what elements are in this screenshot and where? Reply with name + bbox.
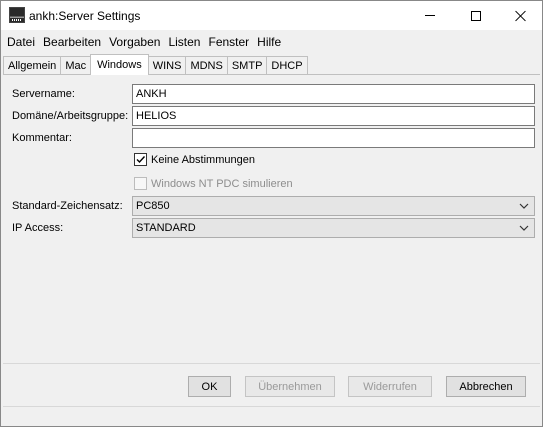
menu-bar: Datei Bearbeiten Vorgaben Listen Fenster… — [1, 31, 542, 53]
chevron-down-icon — [519, 223, 529, 233]
comment-field[interactable] — [132, 128, 535, 148]
domain-field[interactable]: HELIOS — [132, 106, 535, 126]
menu-hilfe[interactable]: Hilfe — [253, 32, 285, 52]
maximize-button[interactable] — [453, 1, 499, 30]
chevron-down-icon — [519, 201, 529, 211]
menu-vorgaben[interactable]: Vorgaben — [105, 32, 164, 52]
menu-fenster[interactable]: Fenster — [204, 32, 253, 52]
no-votes-label: Keine Abstimmungen — [151, 153, 255, 166]
servername-label: Servername: — [12, 88, 75, 100]
domain-label: Domäne/Arbeitsgruppe: — [12, 110, 129, 122]
revert-button: Widerrufen — [348, 376, 432, 397]
tab-allgemein[interactable]: Allgemein — [3, 56, 62, 75]
minimize-icon — [425, 15, 435, 16]
nt-pdc-option: Windows NT PDC simulieren — [134, 177, 293, 190]
close-button[interactable] — [498, 1, 543, 30]
nt-pdc-checkbox — [134, 177, 147, 190]
window-title: ankh:Server Settings — [29, 9, 141, 23]
tab-mdns[interactable]: MDNS — [185, 56, 228, 75]
ip-access-value: STANDARD — [136, 222, 196, 234]
nt-pdc-label: Windows NT PDC simulieren — [151, 177, 293, 190]
charset-label: Standard-Zeichensatz: — [12, 200, 123, 212]
cancel-button[interactable]: Abbrechen — [446, 376, 526, 397]
tab-windows[interactable]: Windows — [90, 54, 149, 75]
tab-wins[interactable]: WINS — [147, 56, 187, 75]
menu-bearbeiten[interactable]: Bearbeiten — [39, 32, 105, 52]
no-votes-option[interactable]: Keine Abstimmungen — [134, 153, 255, 166]
tab-smtp[interactable]: SMTP — [226, 56, 268, 75]
status-separator — [3, 406, 540, 407]
close-icon — [515, 10, 527, 22]
ip-access-select[interactable]: STANDARD — [132, 218, 535, 238]
servername-field[interactable]: ANKH — [132, 84, 535, 104]
tab-panel-border — [3, 74, 540, 75]
tab-strip: Allgemein Mac Windows WINS MDNS SMTP DHC… — [3, 54, 308, 75]
no-votes-checkbox[interactable] — [134, 153, 147, 166]
server-settings-window: ankh:Server Settings Datei Bearbeiten Vo… — [0, 0, 543, 427]
minimize-button[interactable] — [407, 1, 453, 30]
tab-mac[interactable]: Mac — [60, 56, 92, 75]
title-bar[interactable]: ankh:Server Settings — [1, 1, 542, 30]
tab-dhcp[interactable]: DHCP — [266, 56, 308, 75]
helios-app-icon — [9, 7, 25, 23]
charset-value: PC850 — [136, 200, 170, 212]
comment-label: Kommentar: — [12, 132, 72, 144]
charset-select[interactable]: PC850 — [132, 196, 535, 216]
button-separator — [3, 363, 540, 364]
menu-datei[interactable]: Datei — [3, 32, 39, 52]
ip-access-label: IP Access: — [12, 222, 64, 234]
ok-button[interactable]: OK — [188, 376, 231, 397]
apply-button: Übernehmen — [245, 376, 335, 397]
menu-listen[interactable]: Listen — [164, 32, 204, 52]
checkmark-icon — [136, 156, 146, 164]
maximize-icon — [471, 10, 481, 21]
